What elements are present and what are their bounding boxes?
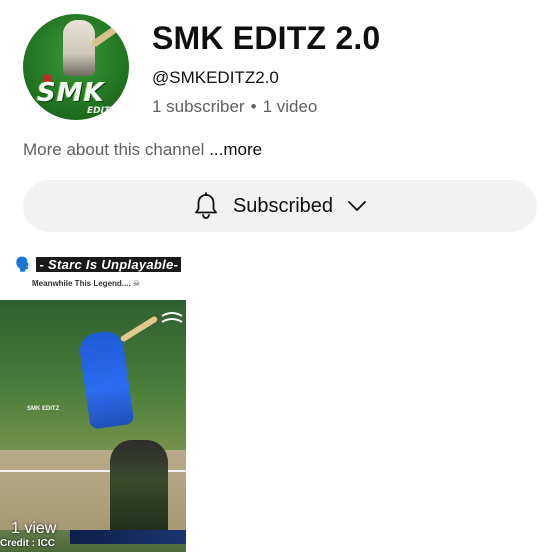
video-count: 1 video [262, 97, 318, 116]
credit-label: Credit : ICC [0, 538, 55, 549]
short-title-row[interactable]: 🗣️ - Starc Is Unplayable- [15, 256, 182, 273]
speaking-head-icon: 🗣️ [15, 256, 33, 272]
avatar-player-figure [63, 20, 95, 76]
channel-name: SMK EDITZ 2.0 [152, 20, 381, 56]
channel-handle: @SMKEDITZ2.0 [152, 68, 279, 87]
about-channel-link[interactable]: More about this channel ...more [23, 140, 262, 160]
subscribed-label: Subscribed [232, 194, 334, 217]
thumbnail-bat [119, 315, 159, 343]
chevron-down-icon [347, 200, 367, 212]
thumbnail-batter [77, 329, 135, 430]
view-count: 1 view [11, 520, 57, 537]
channel-avatar[interactable]: SMK EDITZ [23, 14, 129, 120]
thumbnail-bowler [110, 440, 168, 540]
thumbnail-scorebar [70, 530, 186, 544]
thumbnail-watermark: SMK EDITZ [27, 406, 60, 412]
subscribed-button[interactable]: Subscribed [23, 180, 537, 232]
more-link[interactable]: ...more [209, 140, 262, 159]
avatar-logo-sub: EDITZ [87, 106, 117, 116]
bell-icon [193, 192, 219, 220]
short-subtitle: Meanwhile This Legend.... ☠ [32, 279, 141, 288]
subscriber-count: 1 subscriber [152, 97, 245, 116]
avatar-logo-text: SMK [37, 78, 105, 108]
avatar-bat [90, 19, 128, 48]
short-thumbnail[interactable]: SMK EDITZ [0, 300, 186, 552]
stats-separator: • [250, 97, 257, 116]
short-title: - Starc Is Unplayable- [36, 257, 182, 272]
about-text: More about this channel [23, 140, 205, 159]
t20-logo-icon [160, 310, 184, 332]
channel-stats: 1 subscriber • 1 video [152, 97, 317, 117]
